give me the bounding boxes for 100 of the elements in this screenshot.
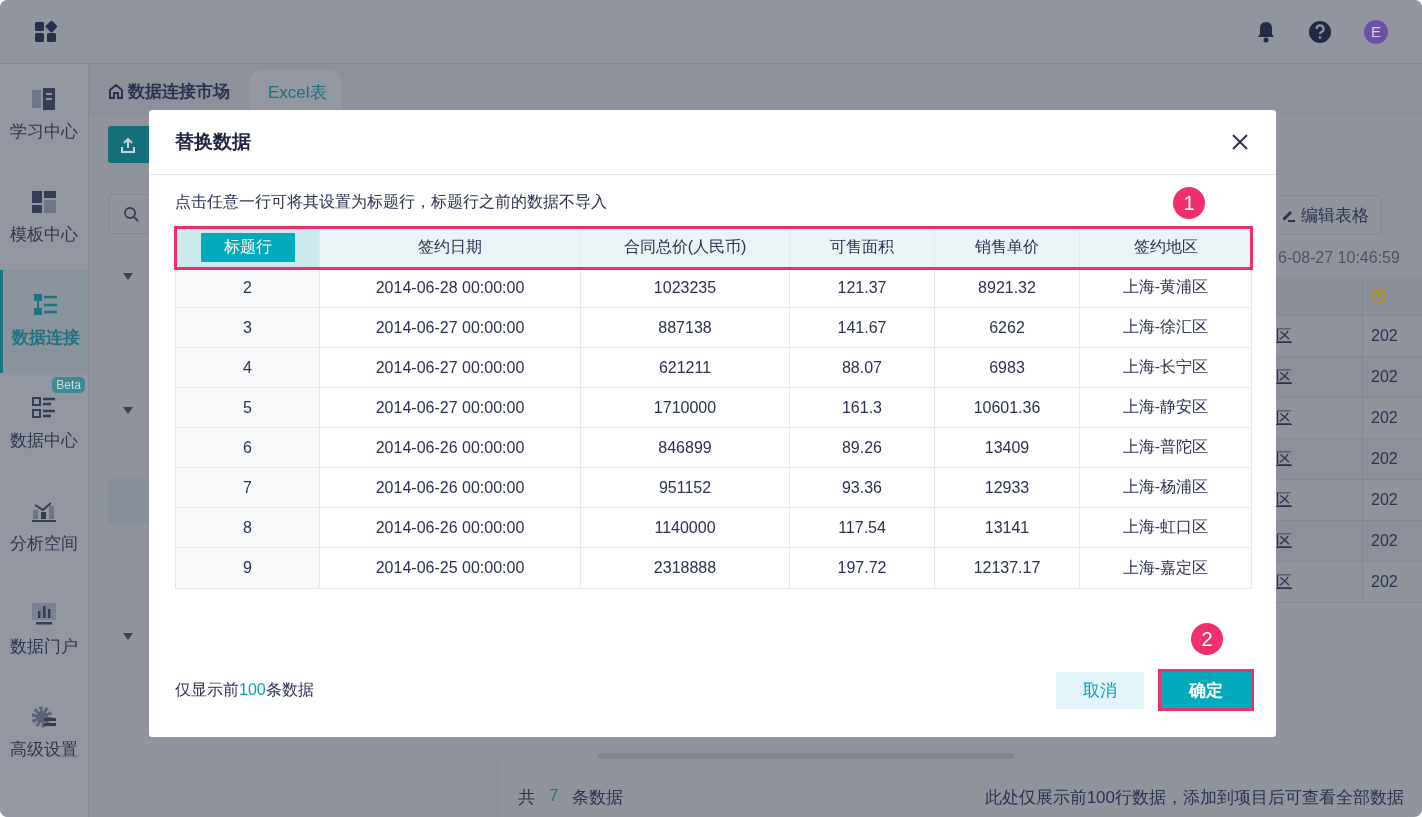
table-cell: 6: [243, 438, 252, 457]
sidebar-item[interactable]: Beta 数据中心: [0, 373, 88, 476]
table-row[interactable]: 5 2014-06-27 00:00:00 1710000 161.3 10601.36 上海-静安区: [176, 388, 1251, 428]
table-cell: 10601.36: [973, 398, 1041, 417]
table-cell: 2014-06-26 00:00:00: [375, 478, 525, 497]
confirm-button[interactable]: 确定: [1158, 669, 1254, 711]
help-icon[interactable]: [1308, 19, 1332, 44]
sidebar-item[interactable]: 数据门户: [0, 579, 88, 682]
table-cell: 88.07: [841, 358, 882, 377]
table-cell: 121.37: [837, 278, 887, 297]
table-cell: 117.54: [838, 518, 886, 537]
caret-icon[interactable]: [123, 633, 133, 641]
table-cell: 202: [1371, 573, 1398, 592]
table-cell: 887138: [658, 318, 712, 337]
table-cell-text: 上海-普陀区: [1122, 437, 1209, 457]
dialog-title: 替换数据: [175, 130, 251, 154]
bar-chart-icon: [32, 603, 56, 625]
table-cell-text: 上海-徐汇区: [1122, 317, 1209, 337]
settings-icon: [32, 706, 56, 728]
search-icon: [123, 206, 139, 223]
table-cell-text: 上海-杨浦区: [1122, 477, 1209, 497]
table-cell: 13409: [984, 438, 1030, 457]
chart-icon: [32, 500, 56, 522]
table-cell-text: 区: [1276, 489, 1292, 510]
table-cell: 1023235: [653, 278, 717, 297]
table-cell: 6262: [989, 318, 1025, 337]
book-icon: [32, 88, 56, 110]
step-marker: 2: [1191, 623, 1223, 655]
breadcrumb-link[interactable]: 数据连接市场: [108, 67, 230, 116]
table-cell-text: 区: [1276, 530, 1292, 551]
sidebar-item[interactable]: 分析空间: [0, 476, 88, 579]
table-cell-text: 上海-虹口区: [1122, 517, 1209, 537]
sidebar-item[interactable]: 模板中心: [0, 167, 88, 270]
layout-icon: [32, 191, 56, 213]
table-cell: 9: [243, 559, 252, 577]
table-cell-text: 上海-静安区: [1122, 397, 1209, 417]
count-label: 共: [518, 786, 535, 809]
table-cell: 12137.17: [973, 559, 1041, 577]
apps-icon[interactable]: [35, 20, 57, 43]
cancel-button[interactable]: 取消: [1056, 671, 1144, 709]
column-header: 可售面积: [830, 237, 894, 257]
upload-icon: [120, 136, 136, 153]
column-header: 签约日期: [418, 237, 482, 257]
close-icon[interactable]: [1232, 134, 1248, 150]
table-row[interactable]: 4 2014-06-27 00:00:00 621211 88.07 6983 上海-长宁区: [176, 348, 1251, 388]
table-cell: 2: [243, 278, 252, 297]
table-cell: 2014-06-26 00:00:00: [375, 518, 525, 537]
table-cell: 202: [1371, 368, 1398, 387]
table-row[interactable]: 2 2014-06-28 00:00:00 1023235 121.37 8921.32 上海-黄浦区: [176, 268, 1251, 308]
column-header: 签约地区: [1133, 237, 1198, 257]
table-cell: 6983: [989, 358, 1025, 377]
table-cell-text: 区: [1276, 571, 1292, 592]
footer-note: 此处仅展示前100行数据，添加到项目后可查看全部数据: [984, 786, 1404, 809]
table-cell: 2014-06-27 00:00:00: [375, 398, 525, 417]
caret-icon[interactable]: [123, 273, 133, 281]
table-cell: 12933: [984, 478, 1030, 497]
table-cell: 161.3: [841, 398, 882, 417]
connection-icon: [33, 294, 58, 316]
edit-icon: [1281, 208, 1295, 223]
clock-icon: [1371, 288, 1387, 305]
table-cell-text: 区: [1276, 448, 1292, 469]
sidebar-item[interactable]: 学习中心: [0, 64, 88, 167]
table-cell: 951152: [658, 478, 712, 497]
header-row[interactable]: 标题行 签约日期 合同总价(人民币) 可售面积 销售单价 签约地区: [176, 228, 1251, 268]
table-cell: 2014-06-27 00:00:00: [375, 358, 525, 377]
table-cell: 1710000: [653, 398, 717, 417]
table-cell: 202: [1371, 532, 1398, 551]
table-cell: 13141: [984, 518, 1030, 537]
table-cell: 202: [1371, 450, 1398, 469]
table-cell-text: 区: [1276, 407, 1292, 428]
table-row[interactable]: 3 2014-06-27 00:00:00 887138 141.67 6262 上海-徐汇区: [176, 308, 1251, 348]
table-cell-text: 区: [1276, 325, 1292, 346]
avatar[interactable]: E: [1364, 19, 1388, 44]
sidebar-item[interactable]: 高级设置: [0, 682, 88, 785]
table-cell: 5: [243, 398, 252, 417]
list-icon: [32, 397, 56, 419]
timestamp: 6-08-27 10:46:59: [1278, 249, 1401, 268]
table-row[interactable]: 6 2014-06-26 00:00:00 846899 89.26 13409 上海-普陀区: [176, 428, 1251, 468]
table-cell-text: 上海-长宁区: [1122, 357, 1209, 377]
table-cell: 621211: [658, 358, 712, 377]
bell-icon[interactable]: [1256, 20, 1276, 43]
column-header: 合同总价(人民币): [623, 237, 747, 257]
table-cell: 202: [1371, 491, 1398, 510]
caret-icon[interactable]: [123, 407, 133, 415]
limit-label: 条数据: [265, 680, 314, 698]
table-cell: 8: [243, 518, 252, 537]
count-value: 7: [549, 785, 559, 807]
table-row[interactable]: 7 2014-06-26 00:00:00 951152 93.36 12933 上海-杨浦区: [176, 468, 1251, 508]
table-cell: 1140000: [654, 518, 716, 537]
table-cell: 2318888: [653, 559, 717, 577]
table-row[interactable]: 8 2014-06-26 00:00:00 1140000 117.54 13141 上海-虹口区: [176, 508, 1251, 548]
column-header: 销售单价: [975, 237, 1039, 257]
table-cell: 2014-06-26 00:00:00: [375, 438, 525, 457]
table-cell: 2014-06-28 00:00:00: [375, 278, 525, 297]
home-icon: [108, 83, 124, 100]
table-row[interactable]: 9 2014-06-25 00:00:00 2318888 197.72 12137.17 上海-嘉定区: [176, 548, 1251, 588]
limit-count: 100: [239, 680, 266, 698]
limit-label: 仅显示前: [175, 680, 239, 698]
table-cell: 3: [243, 318, 252, 337]
table-cell: 89.26: [841, 438, 882, 457]
